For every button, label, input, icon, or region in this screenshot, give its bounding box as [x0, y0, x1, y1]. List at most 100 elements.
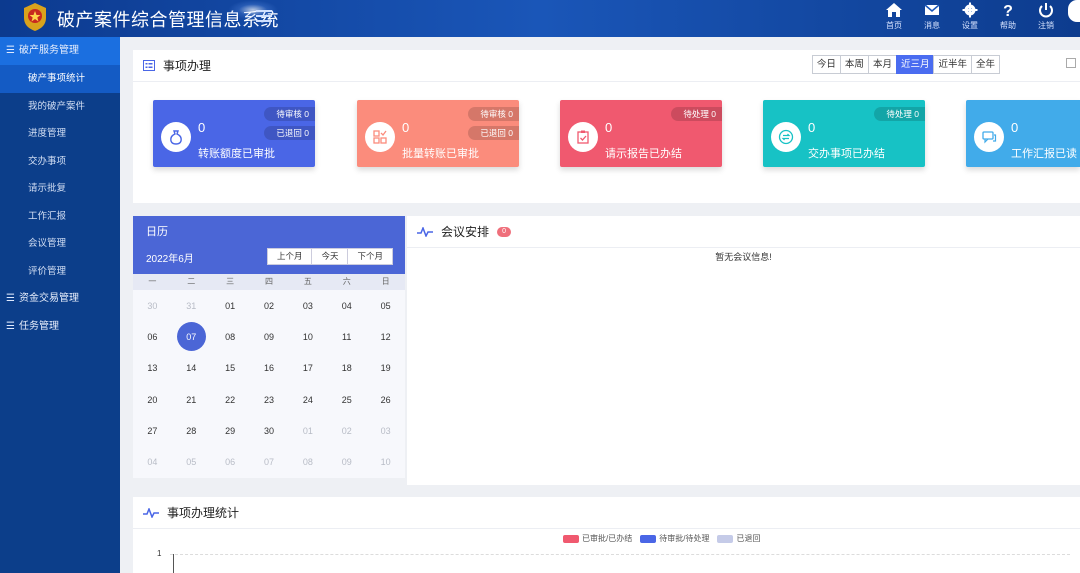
- stat-card-assigned-items[interactable]: 0 交办事项已办结 待处理 0: [763, 100, 925, 167]
- sidebar-item-progress[interactable]: 进度管理: [0, 120, 120, 148]
- range-tab-month[interactable]: 本月: [867, 55, 897, 74]
- exchange-icon: [771, 122, 801, 152]
- weekday-label: 日: [381, 277, 390, 286]
- top-header: 破产案件综合管理信息系统 首页 消息 设置 ? 帮助 注销: [0, 0, 1080, 37]
- calendar-icon[interactable]: [1066, 58, 1076, 68]
- calendar-day[interactable]: 23: [250, 384, 289, 415]
- calendar-day[interactable]: 14: [172, 353, 211, 384]
- range-tab-year[interactable]: 全年: [970, 55, 1000, 74]
- range-tab-today[interactable]: 今日: [811, 55, 841, 74]
- calendar-day[interactable]: 17: [288, 353, 327, 384]
- nav-help[interactable]: ? 帮助: [996, 2, 1020, 31]
- calendar-day[interactable]: 30: [250, 415, 289, 446]
- clipboard-check-icon: [568, 122, 598, 152]
- sidebar-item-evaluation[interactable]: 评价管理: [0, 258, 120, 286]
- calendar-day[interactable]: 06: [211, 446, 250, 477]
- stat-card-request-reports[interactable]: 0 请示报告已办结 待处理 0: [560, 100, 722, 167]
- today-button[interactable]: 今天: [311, 248, 349, 265]
- calendar-day[interactable]: 22: [211, 384, 250, 415]
- nav-logout[interactable]: 注销: [1034, 2, 1058, 31]
- nav-settings[interactable]: 设置: [958, 2, 982, 31]
- calendar-day[interactable]: 29: [211, 415, 250, 446]
- calendar-day[interactable]: 03: [366, 415, 405, 446]
- stats-chart-title: 事项办理统计: [167, 506, 240, 520]
- nav-home[interactable]: 首页: [882, 2, 906, 31]
- legend-item-returned[interactable]: 已退回: [717, 533, 760, 544]
- meeting-count-badge: 0: [497, 226, 512, 237]
- calendar-day[interactable]: 12: [366, 321, 405, 352]
- calendar-day[interactable]: 18: [327, 353, 366, 384]
- next-month-button[interactable]: 下个月: [347, 248, 393, 265]
- calendar-day[interactable]: 07: [250, 446, 289, 477]
- calendar-day-today[interactable]: 07: [172, 321, 211, 352]
- range-tab-week[interactable]: 本周: [839, 55, 869, 74]
- gear-icon: [962, 2, 978, 18]
- calendar-day[interactable]: 01: [288, 415, 327, 446]
- menu-toggle-icon[interactable]: [256, 7, 272, 23]
- calendar-day[interactable]: 09: [327, 446, 366, 477]
- stat-card-transfer-quota[interactable]: 0 转账额度已审批 待审核 0 已退回 0: [153, 100, 315, 167]
- calendar-day[interactable]: 02: [250, 290, 289, 321]
- calendar-day[interactable]: 02: [327, 415, 366, 446]
- prev-month-button[interactable]: 上个月: [266, 248, 313, 265]
- sidebar-item-requests[interactable]: 请示批复: [0, 175, 120, 203]
- pending-process-pill: 待处理 0: [874, 107, 925, 121]
- legend-item-pending[interactable]: 待审批/待处理: [640, 533, 709, 544]
- sidebar-item-reports[interactable]: 工作汇报: [0, 203, 120, 231]
- calendar-day[interactable]: 09: [250, 321, 289, 352]
- sidebar-group-funds[interactable]: ☰ 资金交易管理: [0, 285, 120, 313]
- list-icon: ☰: [6, 45, 15, 56]
- calendar-day[interactable]: 05: [172, 446, 211, 477]
- sidebar-item-my-cases[interactable]: 我的破产案件: [0, 93, 120, 121]
- calendar-day[interactable]: 10: [288, 321, 327, 352]
- sidebar-item-assigned[interactable]: 交办事项: [0, 148, 120, 176]
- calendar-day[interactable]: 15: [211, 353, 250, 384]
- calendar-day[interactable]: 01: [211, 290, 250, 321]
- range-tab-6months[interactable]: 近半年: [933, 55, 972, 74]
- task-list-icon: [143, 60, 155, 71]
- top-nav: 首页 消息 设置 ? 帮助 注销: [882, 2, 1058, 31]
- pending-review-pill: 待审核 0: [264, 107, 315, 121]
- calendar-day[interactable]: 25: [327, 384, 366, 415]
- calendar-day[interactable]: 20: [133, 384, 172, 415]
- sidebar-group-bankruptcy-service[interactable]: ☰ 破产服务管理: [0, 37, 120, 65]
- calendar-day[interactable]: 19: [366, 353, 405, 384]
- avatar[interactable]: [1068, 0, 1080, 22]
- tasks-title: 事项办理: [163, 59, 212, 73]
- calendar-day[interactable]: 21: [172, 384, 211, 415]
- stat-card-batch-transfer[interactable]: 0 批量转账已审批 待审核 0 已退回 0: [357, 100, 519, 167]
- mail-icon: [924, 4, 940, 15]
- sidebar-group-tasks[interactable]: ☰ 任务管理: [0, 313, 120, 341]
- svg-text:?: ?: [1003, 3, 1013, 18]
- sidebar-item-meetings[interactable]: 会议管理: [0, 230, 120, 258]
- calendar-day[interactable]: 31: [172, 290, 211, 321]
- pending-review-pill: 待审核 0: [468, 107, 519, 121]
- calendar-day[interactable]: 04: [327, 290, 366, 321]
- calendar-day[interactable]: 08: [288, 446, 327, 477]
- calendar-day[interactable]: 13: [133, 353, 172, 384]
- legend-item-approved[interactable]: 已审批/已办结: [563, 533, 632, 544]
- calendar-day[interactable]: 16: [250, 353, 289, 384]
- calendar-day[interactable]: 03: [288, 290, 327, 321]
- sidebar-item-stats[interactable]: 破产事项统计: [0, 65, 120, 93]
- calendar-day[interactable]: 10: [366, 446, 405, 477]
- weekday-label: 三: [226, 277, 235, 286]
- calendar-day[interactable]: 11: [327, 321, 366, 352]
- calendar-day[interactable]: 24: [288, 384, 327, 415]
- calendar-day[interactable]: 06: [133, 321, 172, 352]
- nav-messages[interactable]: 消息: [920, 2, 944, 31]
- calendar-day[interactable]: 30: [133, 290, 172, 321]
- grid-check-icon: [365, 122, 395, 152]
- calendar-day[interactable]: 05: [366, 290, 405, 321]
- calendar-day[interactable]: 28: [172, 415, 211, 446]
- calendar-day[interactable]: 04: [133, 446, 172, 477]
- calendar-month: 2022年6月: [146, 254, 194, 265]
- stat-card-work-reports[interactable]: 0 工作汇报已读: [966, 100, 1080, 167]
- court-emblem-icon: [24, 3, 46, 31]
- list-icon: ☰: [6, 293, 15, 304]
- calendar-day[interactable]: 26: [366, 384, 405, 415]
- calendar-day[interactable]: 27: [133, 415, 172, 446]
- calendar-day[interactable]: 08: [211, 321, 250, 352]
- weekday-label: 五: [303, 277, 312, 286]
- range-tab-3months[interactable]: 近三月: [895, 55, 935, 74]
